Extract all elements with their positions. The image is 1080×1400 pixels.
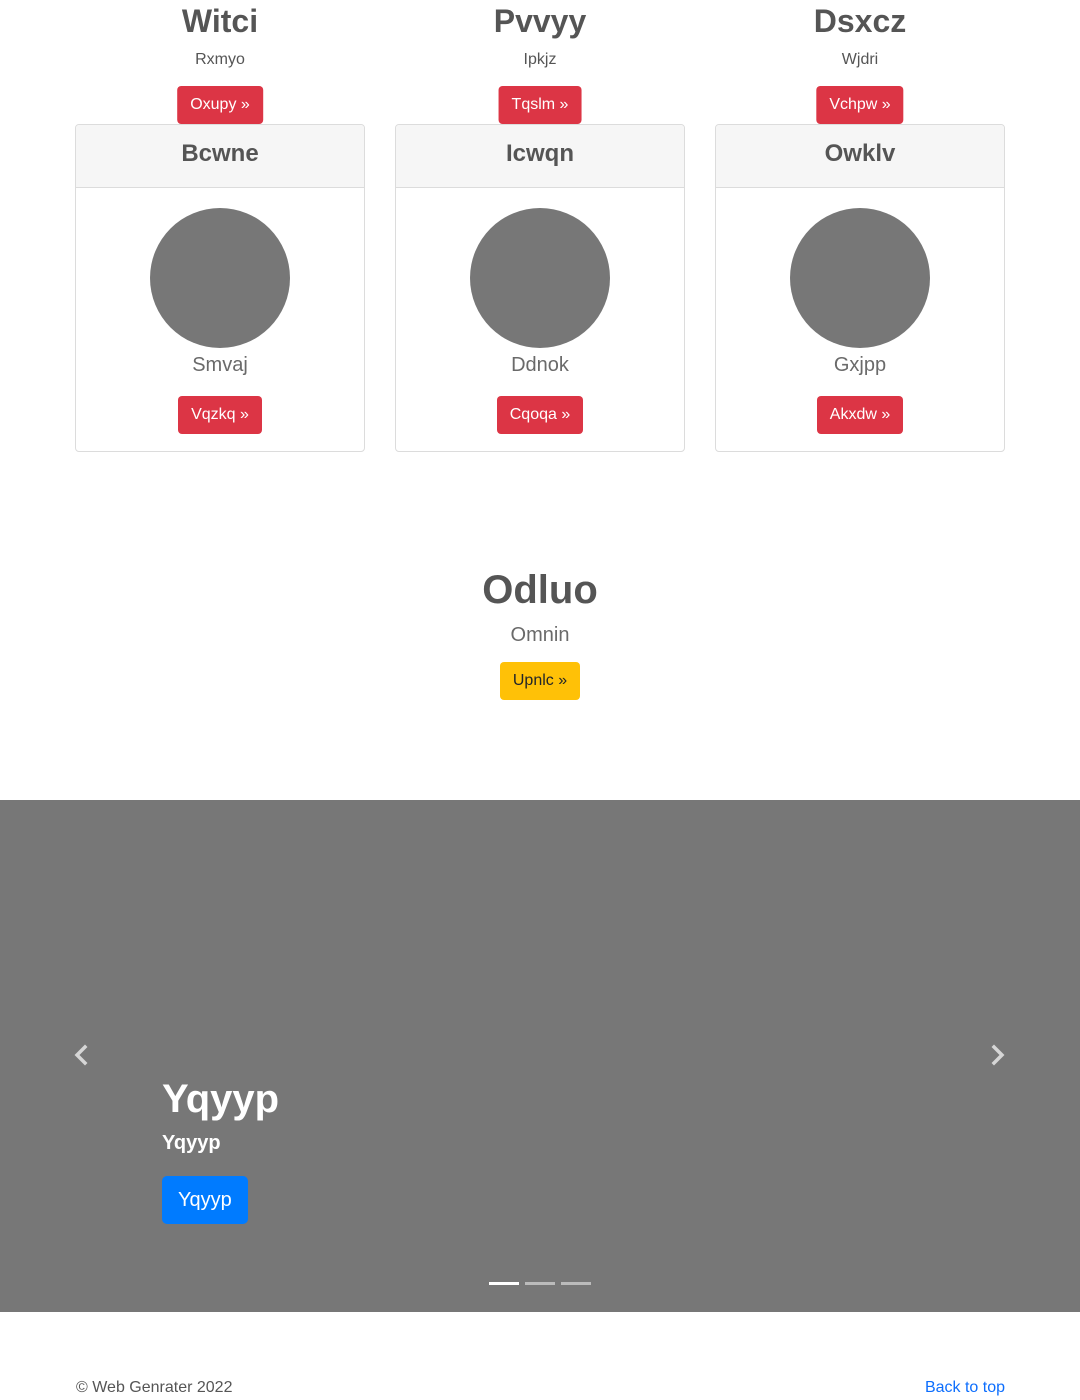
carousel-button[interactable]: Yqyyp xyxy=(162,1176,248,1224)
top-column: Witci Rxmyo Oxupy » xyxy=(75,0,365,124)
carousel-indicator[interactable] xyxy=(561,1282,591,1285)
profile-card: Icwqn Ddnok Cqoqa » xyxy=(395,124,685,452)
top-column-subtitle: Rxmyo xyxy=(195,51,245,68)
top-column-title: Witci xyxy=(181,3,259,39)
top-column-title: Pvvyy xyxy=(493,3,587,39)
top-column-button[interactable]: Tqslm » xyxy=(498,86,582,124)
card-header: Icwqn xyxy=(396,125,684,188)
top-columns: Witci Rxmyo Oxupy » Pvvyy Ipkjz Tqslm » … xyxy=(60,0,1020,124)
card-name: Ddnok xyxy=(511,354,569,376)
top-column-subtitle: Wjdri xyxy=(841,51,879,68)
profile-card: Bcwne Smvaj Vqzkq » xyxy=(75,124,365,452)
feature-title: Odluo xyxy=(482,568,598,612)
carousel-indicator[interactable] xyxy=(525,1282,555,1285)
chevron-left-icon xyxy=(74,1044,88,1066)
carousel-title: Yqyyp xyxy=(162,1077,280,1121)
carousel-next-button[interactable] xyxy=(983,1040,1013,1070)
top-column: Pvvyy Ipkjz Tqslm » xyxy=(395,0,685,124)
top-column-button[interactable]: Vchpw » xyxy=(816,86,904,124)
footer: © Web Genrater 2022 Back to top xyxy=(76,1378,1005,1400)
avatar-placeholder xyxy=(470,208,610,348)
avatar-placeholder xyxy=(150,208,290,348)
carousel-caption: Yqyyp Yqyyp Yqyyp xyxy=(162,1072,279,1224)
feature-section: Odluo Omnin Upnlc » xyxy=(0,566,1080,700)
carousel: Yqyyp Yqyyp Yqyyp xyxy=(0,800,1080,1312)
avatar-placeholder xyxy=(790,208,930,348)
card-name: Gxjpp xyxy=(833,354,887,376)
back-to-top-link[interactable]: Back to top xyxy=(925,1378,1005,1398)
carousel-indicators xyxy=(489,1282,591,1286)
top-column: Dsxcz Wjdri Vchpw » xyxy=(715,0,1005,124)
card-header: Owklv xyxy=(716,125,1004,188)
top-column-subtitle: Ipkjz xyxy=(523,51,557,68)
profile-card: Owklv Gxjpp Akxdw » xyxy=(715,124,1005,452)
chevron-right-icon xyxy=(991,1044,1005,1066)
carousel-subtitle: Yqyyp xyxy=(162,1132,221,1154)
carousel-prev-button[interactable] xyxy=(66,1040,96,1070)
card-button[interactable]: Cqoqa » xyxy=(496,396,584,434)
footer-copyright: © Web Genrater 2022 xyxy=(76,1379,233,1396)
card-button[interactable]: Akxdw » xyxy=(816,396,904,434)
carousel-indicator[interactable] xyxy=(489,1282,519,1285)
card-header: Bcwne xyxy=(76,125,364,188)
card-name: Smvaj xyxy=(192,354,248,376)
top-column-button[interactable]: Oxupy » xyxy=(177,86,263,124)
card-button[interactable]: Vqzkq » xyxy=(178,396,262,434)
top-column-title: Dsxcz xyxy=(813,3,907,39)
feature-button[interactable]: Upnlc » xyxy=(499,662,581,700)
feature-subtitle: Omnin xyxy=(510,624,570,646)
